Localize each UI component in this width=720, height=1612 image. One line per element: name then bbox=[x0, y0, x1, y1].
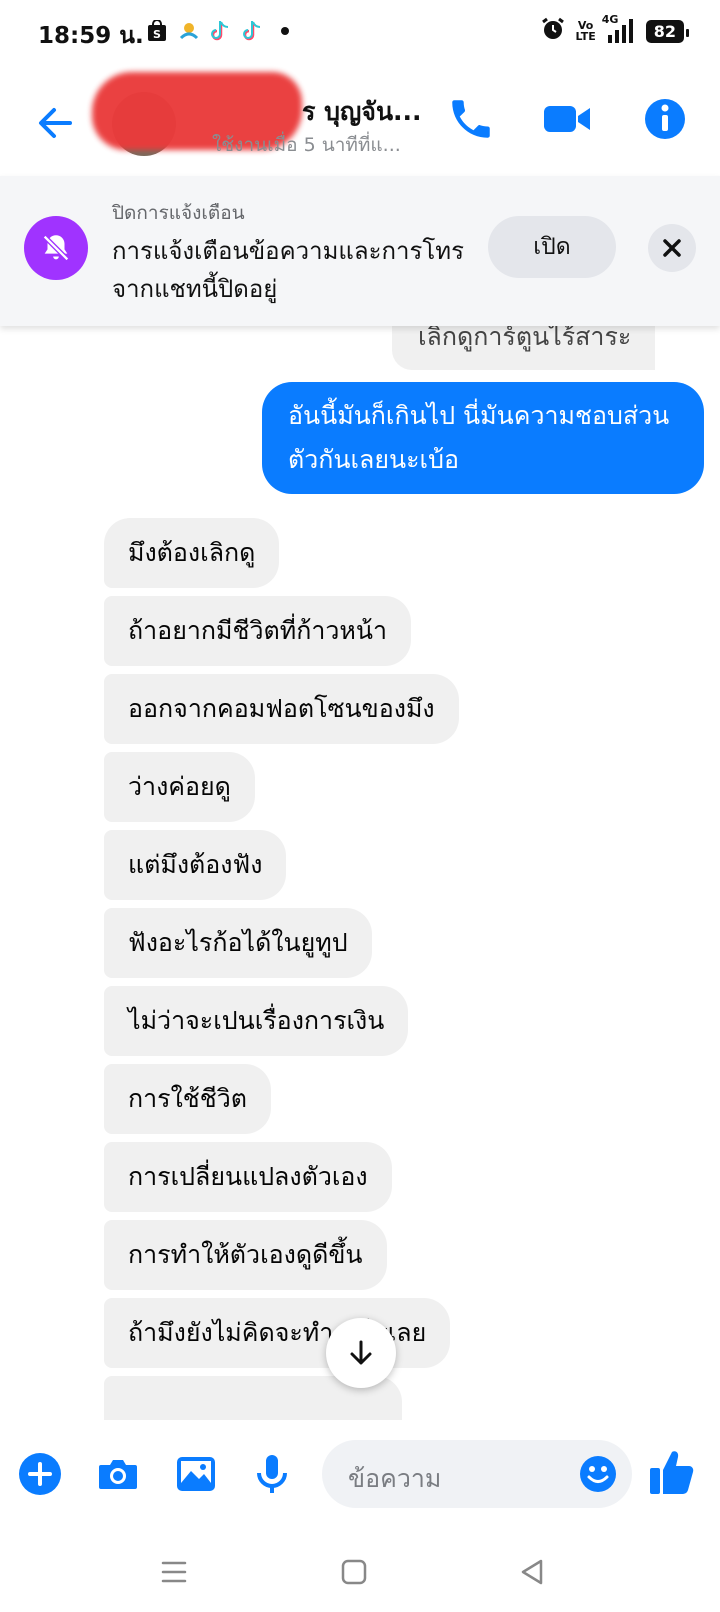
info-button[interactable] bbox=[640, 94, 690, 144]
phone-icon bbox=[452, 100, 490, 138]
system-navigation-bar bbox=[0, 1530, 720, 1612]
sent-message[interactable]: อันนี้มันก็เกินไป นี่มันความชอบส่วนตัวกั… bbox=[262, 382, 704, 494]
app-notification-icon bbox=[178, 20, 200, 42]
conversation-header: ร บุญจัน... ใช้งานเมื่อ 5 นาทีที่แ... bbox=[0, 70, 720, 174]
back-icon bbox=[521, 1559, 543, 1585]
video-camera-icon bbox=[544, 106, 590, 132]
call-button[interactable] bbox=[446, 94, 496, 144]
home-button[interactable] bbox=[334, 1552, 374, 1592]
tiktok-icon bbox=[210, 20, 232, 42]
muted-notifications-banner: ปิดการแจ้งเตือน การแจ้งเตือนข้อความและกา… bbox=[0, 176, 720, 326]
tiktok-icon bbox=[242, 20, 264, 42]
gallery-icon bbox=[177, 1457, 215, 1491]
signal-icon: 4G bbox=[602, 13, 636, 43]
turn-on-notifications-button[interactable]: เปิด bbox=[488, 216, 616, 278]
received-message[interactable]: แต่มึงต้องฟัง bbox=[104, 830, 287, 900]
recent-apps-button[interactable] bbox=[154, 1552, 194, 1592]
svg-text:S: S bbox=[153, 28, 161, 41]
back-arrow-icon bbox=[39, 108, 72, 138]
system-back-button[interactable] bbox=[512, 1552, 552, 1592]
message-input-placeholder: ข้อความ bbox=[348, 1464, 442, 1493]
microphone-icon bbox=[257, 1455, 287, 1493]
like-button[interactable] bbox=[648, 1446, 696, 1498]
info-icon bbox=[645, 99, 685, 139]
close-icon bbox=[663, 239, 681, 257]
scroll-to-bottom-button[interactable] bbox=[326, 1318, 396, 1388]
message-thread[interactable]: เลิกดูการ์ตูนไร้สาระ อันนี้มันก็เกินไป น… bbox=[0, 326, 720, 1420]
received-message[interactable]: การเปลี่ยนแปลงตัวเอง bbox=[104, 1142, 392, 1212]
gallery-button[interactable] bbox=[172, 1450, 220, 1498]
status-bar: 18:59 น. S Vo LTE 4G 82 bbox=[0, 0, 720, 66]
plus-icon bbox=[19, 1453, 61, 1495]
received-message[interactable]: ออกจากคอมฟอตโซนของมึง bbox=[104, 674, 459, 744]
muted-bell-icon bbox=[24, 216, 88, 280]
volte-indicator: Vo LTE bbox=[575, 19, 596, 43]
active-status: ใช้งานเมื่อ 5 นาทีที่แ... bbox=[212, 134, 401, 156]
received-message[interactable]: การใช้ชีวิต bbox=[104, 1064, 272, 1134]
shopee-icon: S bbox=[146, 20, 168, 42]
like-icon bbox=[650, 1451, 694, 1494]
received-message[interactable]: มึงต้องเลิกดู bbox=[104, 518, 280, 588]
video-call-button[interactable] bbox=[540, 94, 596, 144]
message-composer: ข้อความ bbox=[0, 1420, 720, 1530]
contact-name[interactable]: ร บุญจัน... bbox=[302, 92, 422, 132]
alarm-icon bbox=[540, 16, 566, 46]
received-message[interactable]: ถ้ามึงยังไม่คิดจะทำอะไรเลย bbox=[104, 1298, 451, 1368]
received-message[interactable]: เลิกดูการ์ตูนไร้สาระ bbox=[392, 326, 656, 370]
status-time: 18:59 น. bbox=[38, 23, 144, 49]
camera-button[interactable] bbox=[94, 1450, 142, 1498]
banner-message: การแจ้งเตือนข้อความและการโทรจากแชทนี้ปิด… bbox=[112, 237, 464, 303]
banner-title: ปิดการแจ้งเตือน bbox=[112, 202, 245, 224]
message-input[interactable]: ข้อความ bbox=[322, 1440, 632, 1508]
arrow-down-icon bbox=[350, 1340, 372, 1365]
received-message[interactable]: ฟังอะไรก้อได้ในยูทูป bbox=[104, 908, 372, 978]
back-button[interactable] bbox=[30, 98, 80, 148]
dismiss-banner-button[interactable] bbox=[648, 224, 696, 272]
battery-indicator: 82 bbox=[645, 19, 690, 43]
home-icon bbox=[341, 1559, 367, 1585]
notification-icons: S bbox=[146, 20, 296, 42]
camera-icon bbox=[99, 1460, 137, 1489]
more-notifications-dot-icon bbox=[274, 20, 296, 42]
received-message[interactable]: การทำให้ตัวเองดูดีขึ้น bbox=[104, 1220, 387, 1290]
received-message[interactable]: ไม่ว่าจะเปนเรื่องการเงิน bbox=[104, 986, 409, 1056]
voice-message-button[interactable] bbox=[248, 1450, 296, 1498]
received-message[interactable]: ถ้าอยากมีชีวิตที่ก้าวหน้า bbox=[104, 596, 412, 666]
received-message[interactable]: ว่างค่อยดู bbox=[104, 752, 255, 822]
menu-icon bbox=[161, 1561, 187, 1583]
more-actions-button[interactable] bbox=[16, 1450, 64, 1498]
status-right: Vo LTE 4G 82 bbox=[540, 13, 690, 46]
emoji-icon[interactable] bbox=[578, 1454, 618, 1494]
